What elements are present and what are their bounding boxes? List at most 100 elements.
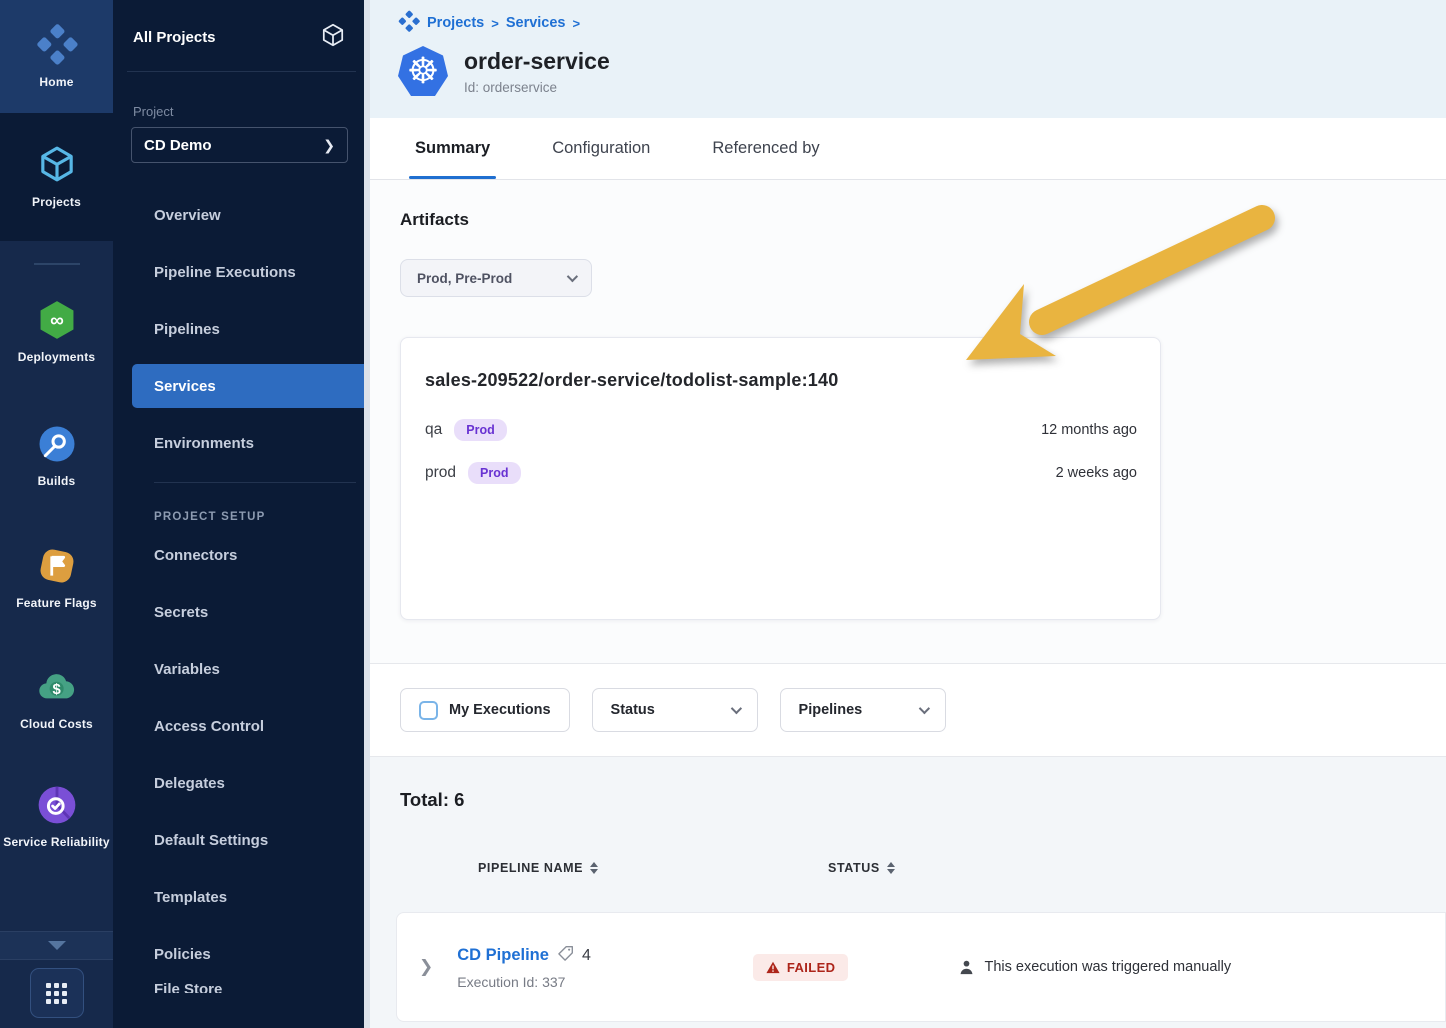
env-name: qa [425, 421, 442, 439]
deployments-icon: ∞ [36, 299, 78, 341]
reliability-icon [36, 784, 78, 826]
rail-label-projects: Projects [32, 194, 81, 210]
breadcrumb-services[interactable]: Services [506, 15, 566, 31]
builds-icon [36, 423, 78, 465]
sidebar-item-overview[interactable]: Overview [113, 187, 370, 244]
rail-label-feature-flags: Feature Flags [16, 595, 97, 611]
deploy-time: 12 months ago [1041, 422, 1137, 438]
sidebar-item-services[interactable]: Services [132, 364, 370, 408]
expand-chevron-icon[interactable]: ❯ [419, 957, 433, 977]
module-grid-button[interactable] [30, 968, 84, 1018]
rail-item-feature-flags[interactable]: Feature Flags [16, 545, 97, 611]
sidebar-item-connectors[interactable]: Connectors [113, 527, 370, 584]
status-badge: FAILED [753, 954, 849, 981]
service-name: order-service [464, 48, 610, 75]
executions-total: Total: 6 [400, 789, 1446, 811]
cube-icon [36, 143, 78, 185]
trigger-text: This execution was triggered manually [984, 959, 1231, 975]
project-selector[interactable]: CD Demo ❯ [131, 127, 348, 163]
rail-label-builds: Builds [38, 473, 76, 489]
service-header: Projects > Services > ☸ order-service Id… [370, 0, 1446, 118]
svg-text:∞: ∞ [50, 310, 64, 331]
artifacts-title: Artifacts [400, 210, 1446, 230]
column-label: PIPELINE NAME [478, 861, 583, 875]
breadcrumb-projects[interactable]: Projects [427, 15, 484, 31]
status-text: FAILED [787, 960, 836, 975]
status-cell: FAILED [753, 954, 849, 981]
rail-label-cloud-costs: Cloud Costs [20, 716, 93, 732]
execution-row[interactable]: ❯ CD Pipeline 4 Execution Id: 337 [396, 912, 1446, 1022]
pipelines-filter-label: Pipelines [799, 702, 863, 718]
rail-collapse-band[interactable] [0, 932, 113, 959]
sidebar-item-secrets[interactable]: Secrets [113, 584, 370, 641]
pipelines-filter-dropdown[interactable]: Pipelines [780, 688, 946, 732]
trigger-cell: This execution was triggered manually [958, 959, 1231, 976]
sidebar-item-pipelines[interactable]: Pipelines [113, 301, 370, 358]
chevron-down-icon [567, 271, 578, 282]
rail-item-cloud-costs[interactable]: $ Cloud Costs [20, 666, 93, 732]
sidebar-item-default-settings[interactable]: Default Settings [113, 812, 370, 869]
execution-id: Execution Id: 337 [457, 974, 591, 990]
sort-icon [590, 862, 598, 874]
env-type-badge: Prod [468, 462, 520, 484]
environment-filter-value: Prod, Pre-Prod [417, 271, 512, 286]
executions-filter-bar: My Executions Status Pipelines [370, 663, 1446, 757]
project-label: Project [133, 104, 370, 119]
my-executions-checkbox[interactable] [419, 701, 438, 720]
tab-summary[interactable]: Summary [415, 118, 490, 179]
rail-item-projects[interactable]: Projects [0, 113, 113, 241]
sidebar-divider [127, 71, 356, 72]
rail-label-service-reliability: Service Reliability [3, 834, 110, 850]
executions-table-header: PIPELINE NAME STATUS [400, 861, 1446, 875]
service-title-row: ☸ order-service Id: orderservice [398, 46, 1446, 96]
warning-triangle-icon [766, 961, 780, 974]
flag-icon [36, 545, 78, 587]
pipeline-name-link[interactable]: CD Pipeline [457, 946, 549, 965]
cloud-dollar-icon: $ [36, 666, 78, 708]
artifact-env-row: qa Prod 12 months ago [425, 419, 1137, 441]
sidebar-item-delegates[interactable]: Delegates [113, 755, 370, 812]
column-pipeline-name[interactable]: PIPELINE NAME [478, 861, 598, 875]
column-status[interactable]: STATUS [828, 861, 895, 875]
service-id: Id: orderservice [464, 80, 610, 95]
tab-referenced-by[interactable]: Referenced by [712, 118, 819, 179]
rail-item-deployments[interactable]: ∞ Deployments [18, 299, 96, 365]
environment-filter-dropdown[interactable]: Prod, Pre-Prod [400, 259, 592, 297]
deploy-time: 2 weeks ago [1056, 465, 1137, 481]
tab-bar: Summary Configuration Referenced by [370, 118, 1446, 180]
executions-section: Total: 6 PIPELINE NAME STATUS ❯ CD Pipel… [370, 757, 1446, 1028]
tab-configuration[interactable]: Configuration [552, 118, 650, 179]
sidebar-item-access-control[interactable]: Access Control [113, 698, 370, 755]
person-icon [958, 959, 975, 976]
status-filter-dropdown[interactable]: Status [592, 688, 758, 732]
tag-count: 4 [582, 947, 591, 965]
rail-item-builds[interactable]: Builds [36, 423, 78, 489]
env-name: prod [425, 464, 456, 482]
rail-item-home[interactable]: Home [0, 0, 113, 113]
sidebar-item-environments[interactable]: Environments [113, 415, 370, 472]
sidebar-item-templates[interactable]: Templates [113, 869, 370, 926]
sidebar-item-pipeline-executions[interactable]: Pipeline Executions [113, 244, 370, 301]
my-executions-toggle[interactable]: My Executions [400, 688, 570, 732]
artifact-card[interactable]: sales-209522/order-service/todolist-samp… [400, 337, 1161, 620]
rail-label-home: Home [39, 74, 73, 90]
main-content: Projects > Services > ☸ order-service Id… [370, 0, 1446, 1028]
pipeline-cell: CD Pipeline 4 Execution Id: 337 [457, 945, 591, 990]
all-projects-row[interactable]: All Projects [113, 0, 370, 71]
all-projects-label: All Projects [133, 29, 216, 46]
artifacts-section: Artifacts Prod, Pre-Prod sales-209522/or… [370, 180, 1446, 663]
cube-outline-icon[interactable] [320, 22, 346, 53]
rail-label-deployments: Deployments [18, 349, 96, 365]
rail-item-service-reliability[interactable]: Service Reliability [3, 784, 110, 850]
rail-hr [0, 959, 113, 960]
status-filter-label: Status [611, 702, 655, 718]
sidebar-item-file-store-partial[interactable]: File Store [113, 983, 370, 993]
sidebar-item-policies[interactable]: Policies [113, 926, 370, 983]
chevron-down-icon [730, 703, 741, 714]
rail-bottom [0, 931, 113, 1028]
kubernetes-icon: ☸ [398, 46, 448, 96]
sidebar-item-variables[interactable]: Variables [113, 641, 370, 698]
project-name: CD Demo [144, 137, 212, 154]
breadcrumb: Projects > Services > [398, 10, 1446, 36]
project-sidebar: All Projects Project CD Demo ❯ Overview … [113, 0, 370, 1028]
